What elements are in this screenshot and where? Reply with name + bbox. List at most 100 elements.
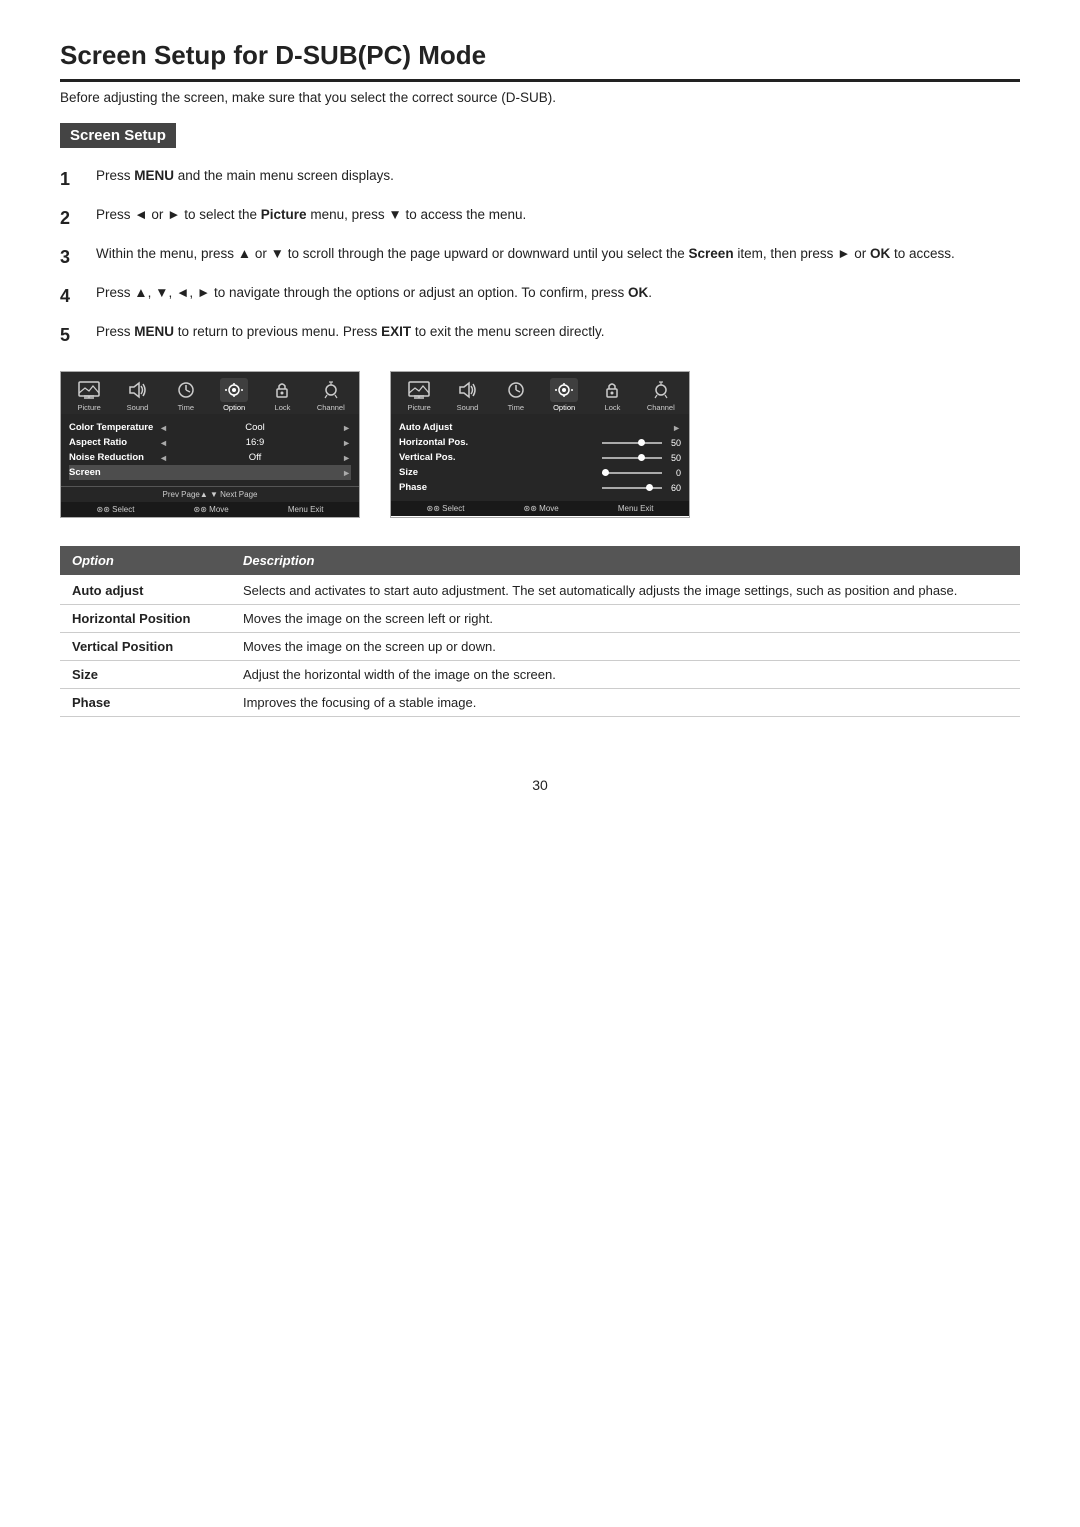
intro-text: Before adjusting the screen, make sure t… bbox=[60, 90, 1020, 105]
desc-phase: Improves the focusing of a stable image. bbox=[231, 689, 1020, 717]
right-row-phase-val: 60 bbox=[665, 483, 681, 493]
right-icon-channel-label: Channel bbox=[647, 403, 675, 412]
desc-vert-pos: Moves the image on the screen up or down… bbox=[231, 633, 1020, 661]
right-ctrl-select: ⊛⊛ Select bbox=[427, 504, 465, 513]
step-text-4: Press ▲, ▼, ◄, ► to navigate through the… bbox=[96, 283, 1020, 303]
left-icon-sound: Sound bbox=[119, 378, 155, 412]
left-icon-picture: Picture bbox=[71, 378, 107, 412]
options-table-header: Option Description bbox=[60, 546, 1020, 575]
lock-icon bbox=[268, 378, 296, 402]
step-num-2: 2 bbox=[60, 205, 96, 232]
left-row-noise: Noise Reduction ◄ Off ► bbox=[69, 450, 351, 465]
size-bar-line bbox=[602, 472, 662, 474]
table-row: Size Adjust the horizontal width of the … bbox=[60, 661, 1020, 689]
left-row-aspect-val: 16:9 bbox=[168, 437, 342, 448]
right-row-vert-bar: 50 bbox=[479, 453, 681, 463]
left-row-aspect: Aspect Ratio ◄ 16:9 ► bbox=[69, 435, 351, 450]
right-row-vert: Vertical Pos. 50 bbox=[399, 450, 681, 465]
menu-panels: Picture Sound Time Option bbox=[60, 371, 1020, 518]
vert-bar-thumb bbox=[638, 454, 645, 461]
step-text-1: Press MENU and the main menu screen disp… bbox=[96, 166, 1020, 186]
left-icon-picture-label: Picture bbox=[77, 403, 100, 412]
step-text-5: Press MENU to return to previous menu. P… bbox=[96, 322, 1020, 342]
right-icon-lock-label: Lock bbox=[605, 403, 621, 412]
right-row-phase: Phase 60 bbox=[399, 480, 681, 495]
right-menu-body: Auto Adjust ► Horizontal Pos. 50 Vertica… bbox=[391, 414, 689, 501]
right-icon-picture: Picture bbox=[401, 378, 437, 412]
left-menu-icons: Picture Sound Time Option bbox=[61, 372, 359, 414]
right-menu: Picture Sound Time Option bbox=[390, 371, 690, 518]
option-vert-pos: Vertical Position bbox=[60, 633, 231, 661]
option-size: Size bbox=[60, 661, 231, 689]
left-menu-body: Color Temperature ◄ Cool ► Aspect Ratio … bbox=[61, 414, 359, 486]
left-menu: Picture Sound Time Option bbox=[60, 371, 360, 518]
left-ctrl-move: ⊛⊛ Move bbox=[194, 505, 229, 514]
right-row-auto-adjust-label: Auto Adjust bbox=[399, 422, 672, 433]
right-sound-icon bbox=[453, 378, 481, 402]
step-text-3: Within the menu, press ▲ or ▼ to scroll … bbox=[96, 244, 1020, 264]
step-text-2: Press ◄ or ► to select the Picture menu,… bbox=[96, 205, 1020, 225]
table-row: Phase Improves the focusing of a stable … bbox=[60, 689, 1020, 717]
right-row-horiz-val: 50 bbox=[665, 438, 681, 448]
time-icon bbox=[172, 378, 200, 402]
right-row-auto-adjust: Auto Adjust ► bbox=[399, 420, 681, 435]
left-icon-time: Time bbox=[168, 378, 204, 412]
left-row-screen: Screen ► bbox=[69, 465, 351, 480]
step-num-3: 3 bbox=[60, 244, 96, 271]
page-number: 30 bbox=[60, 777, 1020, 793]
table-row: Horizontal Position Moves the image on t… bbox=[60, 605, 1020, 633]
right-icon-time-label: Time bbox=[508, 403, 524, 412]
right-row-horiz-bar: 50 bbox=[479, 438, 681, 448]
right-row-auto-adjust-arrow: ► bbox=[672, 423, 681, 433]
section-heading: Screen Setup bbox=[60, 123, 176, 148]
table-row: Vertical Position Moves the image on the… bbox=[60, 633, 1020, 661]
col-option: Option bbox=[60, 546, 231, 575]
step-num-4: 4 bbox=[60, 283, 96, 310]
right-row-vert-label: Vertical Pos. bbox=[399, 452, 479, 463]
right-icon-time: Time bbox=[498, 378, 534, 412]
col-description: Description bbox=[231, 546, 1020, 575]
left-menu-footer: Prev Page▲ ▼ Next Page bbox=[61, 486, 359, 502]
left-icon-option-label: Option bbox=[223, 403, 245, 412]
left-icon-option: Option bbox=[216, 378, 252, 412]
left-icon-lock-label: Lock bbox=[275, 403, 291, 412]
right-icon-picture-label: Picture bbox=[407, 403, 430, 412]
right-row-size-val: 0 bbox=[665, 468, 681, 478]
left-row-aspect-label: Aspect Ratio bbox=[69, 437, 159, 448]
right-menu-controls: ⊛⊛ Select ⊛⊛ Move Menu Exit bbox=[391, 501, 689, 516]
right-row-horiz: Horizontal Pos. 50 bbox=[399, 435, 681, 450]
horiz-bar-line bbox=[602, 442, 662, 444]
left-menu-controls: ⊛⊛ Select ⊛⊛ Move Menu Exit bbox=[61, 502, 359, 517]
right-icon-lock: Lock bbox=[594, 378, 630, 412]
horiz-bar-thumb bbox=[638, 439, 645, 446]
step-5: 5 Press MENU to return to previous menu.… bbox=[60, 322, 1020, 349]
option-icon bbox=[220, 378, 248, 402]
phase-bar-thumb bbox=[646, 484, 653, 491]
option-horiz-pos: Horizontal Position bbox=[60, 605, 231, 633]
options-table: Option Description Auto adjust Selects a… bbox=[60, 546, 1020, 717]
left-ctrl-select: ⊛⊛ Select bbox=[97, 505, 135, 514]
steps-list: 1 Press MENU and the main menu screen di… bbox=[60, 166, 1020, 349]
right-row-size-bar: 0 bbox=[479, 468, 681, 478]
left-icon-channel: Channel bbox=[313, 378, 349, 412]
right-row-phase-label: Phase bbox=[399, 482, 479, 493]
left-row-noise-val: Off bbox=[168, 452, 342, 463]
right-ctrl-exit: Menu Exit bbox=[618, 504, 654, 513]
step-num-5: 5 bbox=[60, 322, 96, 349]
left-row-noise-label: Noise Reduction bbox=[69, 452, 159, 463]
left-icon-time-label: Time bbox=[178, 403, 194, 412]
right-ctrl-move: ⊛⊛ Move bbox=[524, 504, 559, 513]
left-row-color-temp-label: Color Temperature bbox=[69, 422, 159, 433]
right-time-icon bbox=[502, 378, 530, 402]
left-row-color-temp-val: Cool bbox=[168, 422, 342, 433]
sound-icon bbox=[123, 378, 151, 402]
right-row-size-label: Size bbox=[399, 467, 479, 478]
right-lock-icon bbox=[598, 378, 626, 402]
step-1: 1 Press MENU and the main menu screen di… bbox=[60, 166, 1020, 193]
right-icon-channel: Channel bbox=[643, 378, 679, 412]
right-channel-icon bbox=[647, 378, 675, 402]
right-row-phase-bar: 60 bbox=[479, 483, 681, 493]
left-row-color-temp: Color Temperature ◄ Cool ► bbox=[69, 420, 351, 435]
right-icon-option: Option bbox=[546, 378, 582, 412]
desc-size: Adjust the horizontal width of the image… bbox=[231, 661, 1020, 689]
